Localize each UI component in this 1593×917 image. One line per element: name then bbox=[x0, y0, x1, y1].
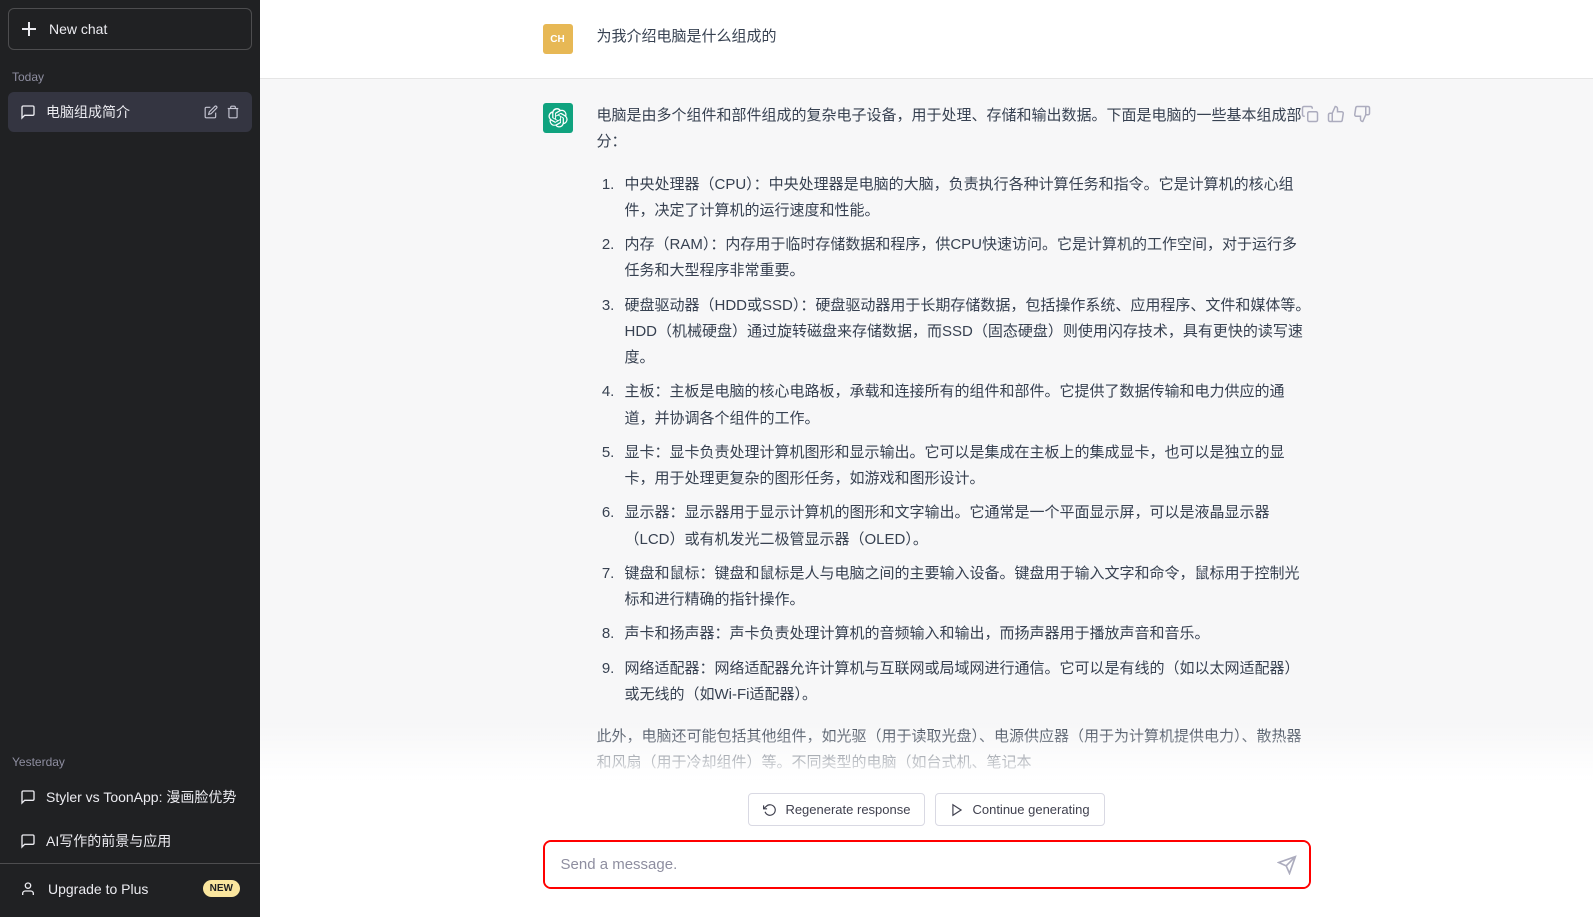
assistant-message-content: 电脑是由多个组件和部件组成的复杂电子设备，用于处理、存储和输出数据。下面是电脑的… bbox=[597, 103, 1311, 781]
list-item: 硬盘驱动器（HDD或SSD）：硬盘驱动器用于长期存储数据，包括操作系统、应用程序… bbox=[619, 293, 1311, 372]
chat-icon bbox=[20, 789, 36, 805]
conversation-title: AI写作的前景与应用 bbox=[46, 831, 240, 851]
thumbs-up-button[interactable] bbox=[1327, 105, 1345, 123]
conversation-title: 电脑组成简介 bbox=[46, 102, 194, 122]
upgrade-button[interactable]: Upgrade to Plus NEW bbox=[8, 868, 252, 909]
list-item: 内存（RAM）：内存用于临时存储数据和程序，供CPU快速访问。它是计算机的工作空… bbox=[619, 232, 1311, 285]
edit-icon[interactable] bbox=[204, 105, 218, 119]
message-actions bbox=[1301, 105, 1371, 123]
message-input[interactable] bbox=[545, 842, 1309, 887]
list-item: 中央处理器（CPU）：中央处理器是电脑的大脑，负责执行各种计算任务和指令。它是计… bbox=[619, 172, 1311, 225]
list-item: 键盘和鼠标：键盘和鼠标是人与电脑之间的主要输入设备。键盘用于输入文字和命令，鼠标… bbox=[619, 561, 1311, 614]
conversation-item-active[interactable]: 电脑组成简介 bbox=[8, 92, 252, 132]
send-button[interactable] bbox=[1277, 855, 1297, 875]
chat-icon bbox=[20, 833, 36, 849]
assistant-avatar bbox=[543, 103, 573, 133]
list-item: 主板：主板是电脑的核心电路板，承载和连接所有的组件和部件。它提供了数据传输和电力… bbox=[619, 379, 1311, 432]
message-input-container bbox=[543, 840, 1311, 889]
regenerate-label: Regenerate response bbox=[785, 802, 910, 817]
chat-scroll[interactable]: CH 为我介绍电脑是什么组成的 电脑是由多个组件和部件组成的复杂电子设备，用于处… bbox=[260, 0, 1593, 781]
conversation-item[interactable]: Styler vs ToonApp: 漫画脸优势 bbox=[8, 777, 252, 817]
user-message-row: CH 为我介绍电脑是什么组成的 bbox=[260, 0, 1593, 78]
thumbs-down-button[interactable] bbox=[1353, 105, 1371, 123]
chat-icon bbox=[20, 104, 36, 120]
sidebar-bottom: Upgrade to Plus NEW bbox=[0, 863, 260, 917]
user-message-text: 为我介绍电脑是什么组成的 bbox=[597, 24, 1311, 54]
conversation-item[interactable]: AI写作的前景与应用 bbox=[8, 821, 252, 861]
sidebar-conversation-list: Today 电脑组成简介 Yesterday Styler vs ToonApp… bbox=[0, 58, 260, 863]
conversation-title: Styler vs ToonApp: 漫画脸优势 bbox=[46, 787, 240, 807]
assistant-message-row: 电脑是由多个组件和部件组成的复杂电子设备，用于处理、存储和输出数据。下面是电脑的… bbox=[260, 78, 1593, 781]
list-item: 显示器：显示器用于显示计算机的图形和文字输出。它通常是一个平面显示屏，可以是液晶… bbox=[619, 500, 1311, 553]
trash-icon[interactable] bbox=[226, 105, 240, 119]
regenerate-button[interactable]: Regenerate response bbox=[748, 793, 925, 826]
refresh-icon bbox=[763, 803, 777, 817]
continue-icon bbox=[950, 803, 964, 817]
section-yesterday-label: Yesterday bbox=[0, 743, 260, 775]
list-item: 声卡和扬声器：声卡负责处理计算机的音频输入和输出，而扬声器用于播放声音和音乐。 bbox=[619, 621, 1311, 647]
plus-icon bbox=[21, 21, 37, 37]
new-chat-button[interactable]: New chat bbox=[8, 8, 252, 50]
upgrade-label: Upgrade to Plus bbox=[48, 881, 148, 897]
new-chat-label: New chat bbox=[49, 21, 107, 37]
send-icon bbox=[1277, 855, 1297, 875]
assistant-intro: 电脑是由多个组件和部件组成的复杂电子设备，用于处理、存储和输出数据。下面是电脑的… bbox=[597, 103, 1311, 156]
person-icon bbox=[20, 881, 36, 897]
footer-button-row: Regenerate response Continue generating bbox=[748, 793, 1104, 826]
continue-label: Continue generating bbox=[972, 802, 1089, 817]
assistant-component-list: 中央处理器（CPU）：中央处理器是电脑的大脑，负责执行各种计算任务和指令。它是计… bbox=[597, 172, 1311, 709]
new-badge: NEW bbox=[203, 880, 240, 897]
continue-button[interactable]: Continue generating bbox=[935, 793, 1104, 826]
copy-button[interactable] bbox=[1301, 105, 1319, 123]
openai-logo-icon bbox=[548, 108, 568, 128]
footer: Regenerate response Continue generating bbox=[260, 781, 1593, 917]
assistant-outro: 此外，电脑还可能包括其他组件，如光驱（用于读取光盘）、电源供应器（用于为计算机提… bbox=[597, 724, 1311, 777]
user-avatar: CH bbox=[543, 24, 573, 54]
section-today-label: Today bbox=[0, 58, 260, 90]
list-item: 显卡：显卡负责处理计算机图形和显示输出。它可以是集成在主板上的集成显卡，也可以是… bbox=[619, 440, 1311, 493]
list-item: 网络适配器：网络适配器允许计算机与互联网或局域网进行通信。它可以是有线的（如以太… bbox=[619, 656, 1311, 709]
main-panel: CH 为我介绍电脑是什么组成的 电脑是由多个组件和部件组成的复杂电子设备，用于处… bbox=[260, 0, 1593, 917]
sidebar: New chat Today 电脑组成简介 Yesterday Styler v… bbox=[0, 0, 260, 917]
